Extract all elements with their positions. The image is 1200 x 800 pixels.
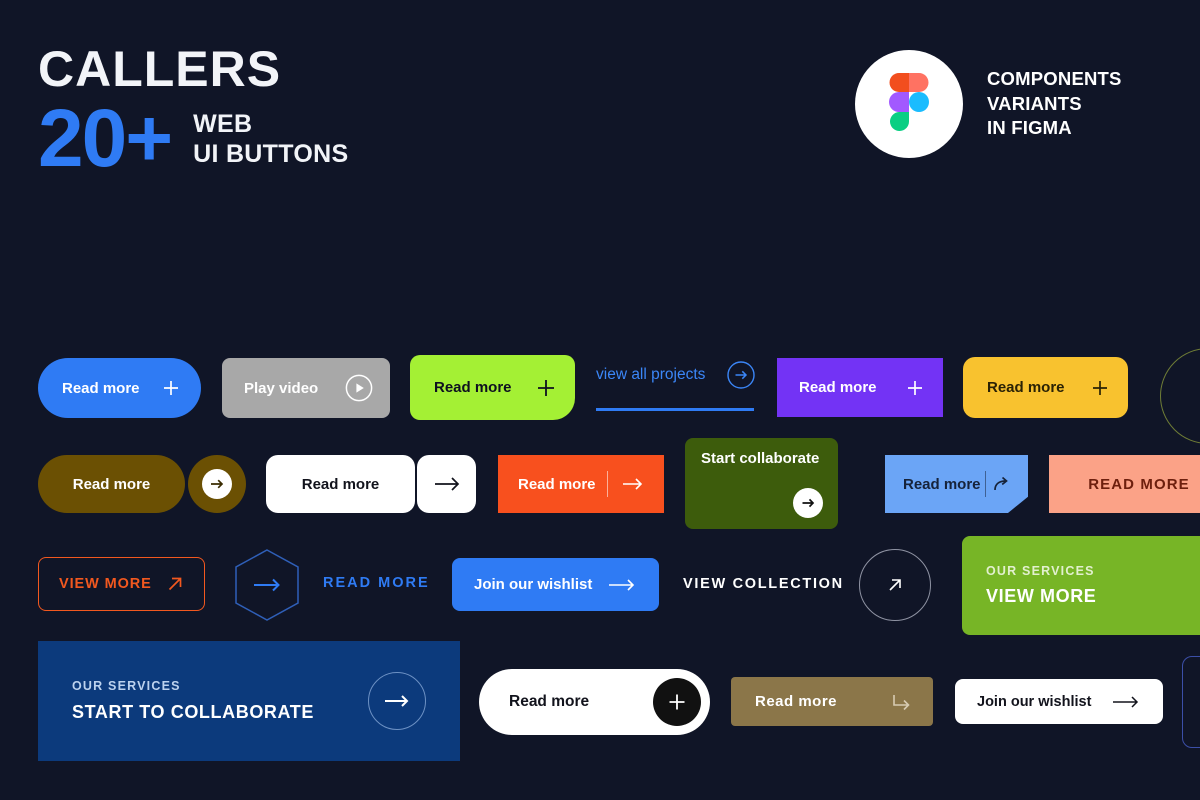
- play-video-button[interactable]: Play video: [222, 358, 390, 418]
- join-wishlist-blue-button[interactable]: Join our wishlist: [452, 558, 659, 611]
- arrow-right-circle-icon: [368, 672, 426, 730]
- join-wishlist-white-button[interactable]: Join our wishlist: [955, 679, 1163, 724]
- arrow-up-right-icon: [164, 573, 186, 595]
- read-more-purple-button[interactable]: Read more: [777, 358, 943, 417]
- divider: [607, 471, 609, 497]
- figma-logo-circle: [855, 50, 963, 158]
- hexagon-arrow-button[interactable]: [231, 548, 303, 622]
- button-label: Join our wishlist: [474, 576, 593, 593]
- subtitle-line-1: WEB: [193, 109, 253, 138]
- arrow-circle-outline-button[interactable]: [859, 549, 931, 621]
- plus-icon: [905, 378, 925, 398]
- our-services-view-more-card[interactable]: OUR SERVICES VIEW MORE: [962, 536, 1200, 635]
- card-kicker: OUR SERVICES: [986, 564, 1095, 578]
- outer-ring: [1160, 348, 1200, 444]
- read-more-orange-button[interactable]: Read more: [498, 455, 664, 513]
- read-more-salmon-button[interactable]: READ MORE: [1049, 455, 1200, 513]
- arrow-right-icon: [1109, 692, 1143, 712]
- card-text: OUR SERVICES START TO COLLABORATE: [72, 679, 314, 723]
- button-label: Read more: [799, 379, 877, 396]
- button-label: Read more: [518, 475, 596, 493]
- arrow-right-icon: [254, 578, 280, 592]
- arrow-right-icon: [620, 474, 646, 494]
- button-label: Join our wishlist: [977, 693, 1092, 710]
- brand-title: CALLERS: [38, 41, 282, 97]
- link-row: view all projects: [596, 360, 756, 390]
- button-label: Play video: [244, 379, 319, 397]
- arrow-right-circle-icon: [792, 487, 824, 519]
- poster-canvas: CALLERS 20+ WEB UI BUTTONS COMPONENTS VA…: [0, 0, 1200, 800]
- divider: [984, 471, 986, 497]
- arrow-right-icon: [605, 575, 639, 595]
- compass-circle-button[interactable]: [1160, 348, 1200, 444]
- button-label: Read more: [72, 475, 151, 493]
- arrow-corner-icon: [889, 691, 915, 713]
- plus-icon: [535, 377, 557, 399]
- arrow-curve-icon: [990, 473, 1012, 495]
- badge-line-3: IN FIGMA: [987, 117, 1072, 139]
- card-label: Start collaborate: [701, 450, 820, 467]
- button-label: Read more: [509, 693, 590, 710]
- arrow-right-circle-icon: [200, 467, 234, 501]
- read-more-olive-button[interactable]: Read more: [38, 455, 185, 513]
- view-more-outline-button[interactable]: VIEW MORE: [38, 557, 205, 611]
- read-more-white-pill-button[interactable]: Read more: [479, 669, 710, 735]
- view-collection-text-link[interactable]: VIEW COLLECTION: [683, 576, 844, 592]
- card-title: VIEW MORE: [986, 586, 1097, 606]
- read-more-olive-arrow-button[interactable]: [188, 455, 246, 513]
- button-label: READ MORE: [1088, 475, 1190, 493]
- link-label: VIEW COLLECTION: [683, 576, 844, 592]
- read-more-blue-pill-button[interactable]: Read more: [38, 358, 201, 418]
- card-title: START TO COLLABORATE: [72, 702, 314, 722]
- header-subtitle: WEB UI BUTTONS: [193, 109, 348, 170]
- card-kicker: OUR SERVICES: [72, 679, 181, 693]
- button-label: VIEW MORE: [59, 576, 152, 592]
- plus-icon: [161, 378, 181, 398]
- plus-icon: [1090, 378, 1110, 398]
- link-label: READ MORE: [323, 575, 430, 591]
- link-label: view all projects: [596, 366, 706, 383]
- button-label: Read more: [755, 693, 838, 710]
- plus-circle-icon: [653, 678, 701, 726]
- subtitle-line-2: UI BUTTONS: [193, 140, 349, 169]
- figma-badge: COMPONENTS VARIANTS IN FIGMA: [855, 50, 1122, 158]
- arrow-up-right-icon: [883, 573, 907, 597]
- read-more-yellow-button[interactable]: Read more: [963, 357, 1128, 418]
- badge-line-1: COMPONENTS: [987, 68, 1122, 90]
- arrow-right-icon: [430, 472, 464, 496]
- button-label: Read more: [434, 379, 512, 396]
- read-more-lightblue-button[interactable]: Read more: [885, 455, 1028, 513]
- button-label: Read more: [903, 475, 981, 493]
- header-title-block: CALLERS 20+ WEB UI BUTTONS: [38, 41, 348, 184]
- card-action-row: [701, 487, 824, 519]
- figma-logo-icon: [889, 72, 929, 136]
- read-more-white-arrow-button[interactable]: [417, 455, 476, 513]
- start-collaborate-card-button[interactable]: Start collaborate: [685, 438, 838, 529]
- button-label: Read more: [62, 379, 140, 397]
- start-to-collaborate-card[interactable]: OUR SERVICES START TO COLLABORATE: [38, 641, 460, 761]
- button-label: Read more: [987, 379, 1065, 396]
- read-more-text-link[interactable]: READ MORE: [323, 575, 430, 591]
- play-circle-icon: [344, 373, 374, 403]
- read-more-lime-button[interactable]: Read more: [410, 355, 575, 420]
- hexagon-shape: [235, 549, 299, 621]
- button-label: Read more: [301, 475, 380, 493]
- link-underline: [596, 408, 754, 411]
- badge-text: COMPONENTS VARIANTS IN FIGMA: [987, 67, 1122, 141]
- view-all-projects-link[interactable]: view all projects: [596, 360, 756, 411]
- read-more-white-button[interactable]: Read more: [266, 455, 415, 513]
- read-more-tan-button[interactable]: Read more: [731, 677, 933, 726]
- badge-line-2: VARIANTS: [987, 92, 1082, 114]
- edge-outline-button[interactable]: [1182, 656, 1200, 748]
- arrow-right-circle-icon: [726, 360, 756, 390]
- header-subtitle-row: 20+ WEB UI BUTTONS: [38, 93, 348, 184]
- count-label: 20+: [38, 93, 173, 184]
